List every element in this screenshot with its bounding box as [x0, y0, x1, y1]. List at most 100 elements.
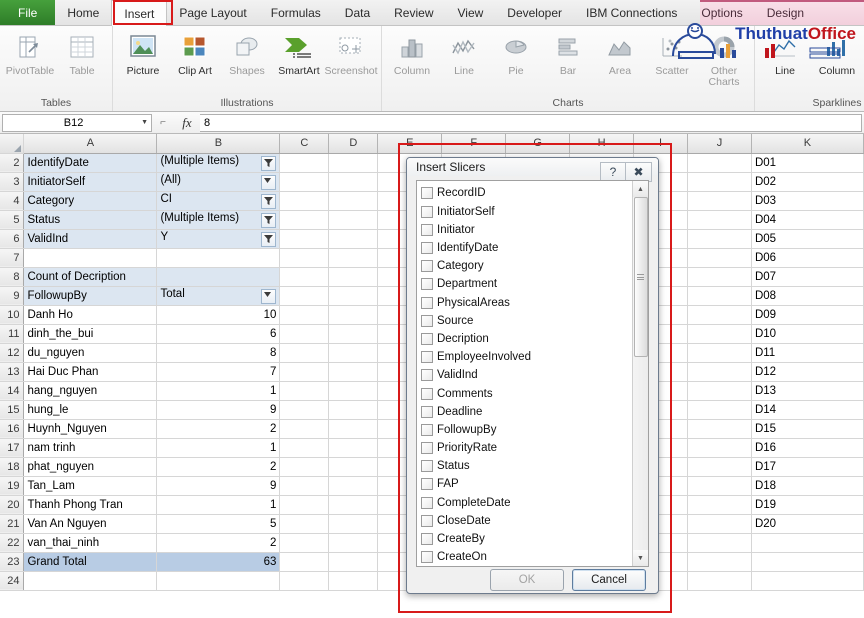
cell-j[interactable]	[688, 210, 752, 229]
field-checkbox[interactable]	[421, 478, 433, 490]
row-header[interactable]: 17	[0, 438, 24, 457]
scrollbar-track[interactable]	[633, 197, 649, 550]
cell-b[interactable]: CI	[157, 191, 280, 210]
cell-b[interactable]: 7	[157, 362, 280, 381]
cell-k[interactable]: D19	[751, 495, 863, 514]
cell-d[interactable]	[329, 343, 378, 362]
field-list-item[interactable]: CloseDate	[421, 512, 632, 530]
line-chart-button[interactable]: Line	[438, 29, 490, 77]
cell-a[interactable]: InitiatorSelf	[24, 172, 157, 191]
cell-a[interactable]: ValidInd	[24, 229, 157, 248]
tab-file[interactable]: File	[0, 0, 55, 25]
formula-input[interactable]: 8	[200, 114, 862, 132]
field-checkbox[interactable]	[421, 442, 433, 454]
cell-j[interactable]	[688, 172, 752, 191]
cell-k[interactable]: D18	[751, 476, 863, 495]
field-list-item[interactable]: FAP	[421, 475, 632, 493]
field-checkbox[interactable]	[421, 369, 433, 381]
tab-view[interactable]: View	[446, 0, 496, 25]
cell-c[interactable]	[280, 286, 329, 305]
cell-a[interactable]: Category	[24, 191, 157, 210]
tab-insert[interactable]: Insert	[111, 0, 167, 26]
cell-j[interactable]	[688, 552, 752, 571]
select-all-corner[interactable]	[0, 134, 24, 153]
cell-d[interactable]	[329, 438, 378, 457]
cell-a[interactable]: van_thai_ninh	[24, 533, 157, 552]
area-chart-button[interactable]: Area	[594, 29, 646, 77]
field-list-item[interactable]: Comments	[421, 384, 632, 402]
cell-c[interactable]	[280, 438, 329, 457]
cell-b[interactable]: 2	[157, 419, 280, 438]
field-list-item[interactable]: CreateBy	[421, 530, 632, 548]
field-checkbox[interactable]	[421, 278, 433, 290]
field-list-item[interactable]: Department	[421, 275, 632, 293]
cell-c[interactable]	[280, 172, 329, 191]
cell-a[interactable]: Status	[24, 210, 157, 229]
cell-j[interactable]	[688, 362, 752, 381]
cell-a[interactable]: hang_nguyen	[24, 381, 157, 400]
cell-c[interactable]	[280, 400, 329, 419]
field-list-item[interactable]: Initiator	[421, 221, 632, 239]
row-header[interactable]: 18	[0, 457, 24, 476]
cell-d[interactable]	[329, 495, 378, 514]
row-header[interactable]: 2	[0, 153, 24, 172]
cell-a[interactable]: Grand Total	[24, 552, 157, 571]
row-header[interactable]: 16	[0, 419, 24, 438]
cell-j[interactable]	[688, 267, 752, 286]
cell-a[interactable]: IdentifyDate	[24, 153, 157, 172]
cell-b[interactable]: 6	[157, 324, 280, 343]
tab-page-layout[interactable]: Page Layout	[167, 0, 258, 25]
clipart-button[interactable]: Clip Art	[169, 29, 221, 77]
listbox-scrollbar[interactable]: ▲ ▼	[632, 181, 648, 566]
ok-button[interactable]: OK	[490, 569, 564, 591]
scroll-up-icon[interactable]: ▲	[633, 181, 649, 197]
tab-options[interactable]: Options	[689, 0, 754, 25]
field-list-item[interactable]: InitiatorSelf	[421, 203, 632, 221]
cell-d[interactable]	[329, 172, 378, 191]
cell-c[interactable]	[280, 362, 329, 381]
cell-k[interactable]: D03	[751, 191, 863, 210]
cell-c[interactable]	[280, 552, 329, 571]
row-header[interactable]: 9	[0, 286, 24, 305]
cell-c[interactable]	[280, 210, 329, 229]
cell-c[interactable]	[280, 571, 329, 590]
cell-a[interactable]: Count of Decription	[24, 267, 157, 286]
cell-b[interactable]: 9	[157, 400, 280, 419]
cell-c[interactable]	[280, 153, 329, 172]
cell-d[interactable]	[329, 419, 378, 438]
cell-a[interactable]	[24, 248, 157, 267]
field-list-item[interactable]: PriorityRate	[421, 439, 632, 457]
column-chart-button[interactable]: Column	[386, 29, 438, 77]
cell-j[interactable]	[688, 229, 752, 248]
cell-c[interactable]	[280, 495, 329, 514]
pivottable-button[interactable]: PivotTable	[4, 29, 56, 77]
field-list-item[interactable]: Source	[421, 312, 632, 330]
cell-j[interactable]	[688, 571, 752, 590]
row-header[interactable]: 21	[0, 514, 24, 533]
row-header[interactable]: 14	[0, 381, 24, 400]
cell-b[interactable]	[157, 571, 280, 590]
filter-dropdown-icon[interactable]	[261, 194, 276, 209]
field-list-item[interactable]: EmployeeInvolved	[421, 348, 632, 366]
cell-b[interactable]: Total	[157, 286, 280, 305]
field-checkbox[interactable]	[421, 533, 433, 545]
cell-j[interactable]	[688, 153, 752, 172]
cell-c[interactable]	[280, 229, 329, 248]
scatter-chart-button[interactable]: Scatter	[646, 29, 698, 77]
cell-d[interactable]	[329, 476, 378, 495]
field-list-item[interactable]: Decription	[421, 330, 632, 348]
field-checkbox[interactable]	[421, 460, 433, 472]
cell-k[interactable]	[751, 533, 863, 552]
cell-b[interactable]: 9	[157, 476, 280, 495]
cell-d[interactable]	[329, 305, 378, 324]
row-header[interactable]: 15	[0, 400, 24, 419]
row-header[interactable]: 23	[0, 552, 24, 571]
cell-a[interactable]: nam trinh	[24, 438, 157, 457]
col-header-f[interactable]: F	[442, 134, 506, 153]
cell-b[interactable]: (Multiple Items)	[157, 153, 280, 172]
field-checkbox[interactable]	[421, 497, 433, 509]
cell-j[interactable]	[688, 191, 752, 210]
filter-dropdown-icon[interactable]	[261, 289, 276, 304]
cell-j[interactable]	[688, 343, 752, 362]
cell-k[interactable]: D13	[751, 381, 863, 400]
